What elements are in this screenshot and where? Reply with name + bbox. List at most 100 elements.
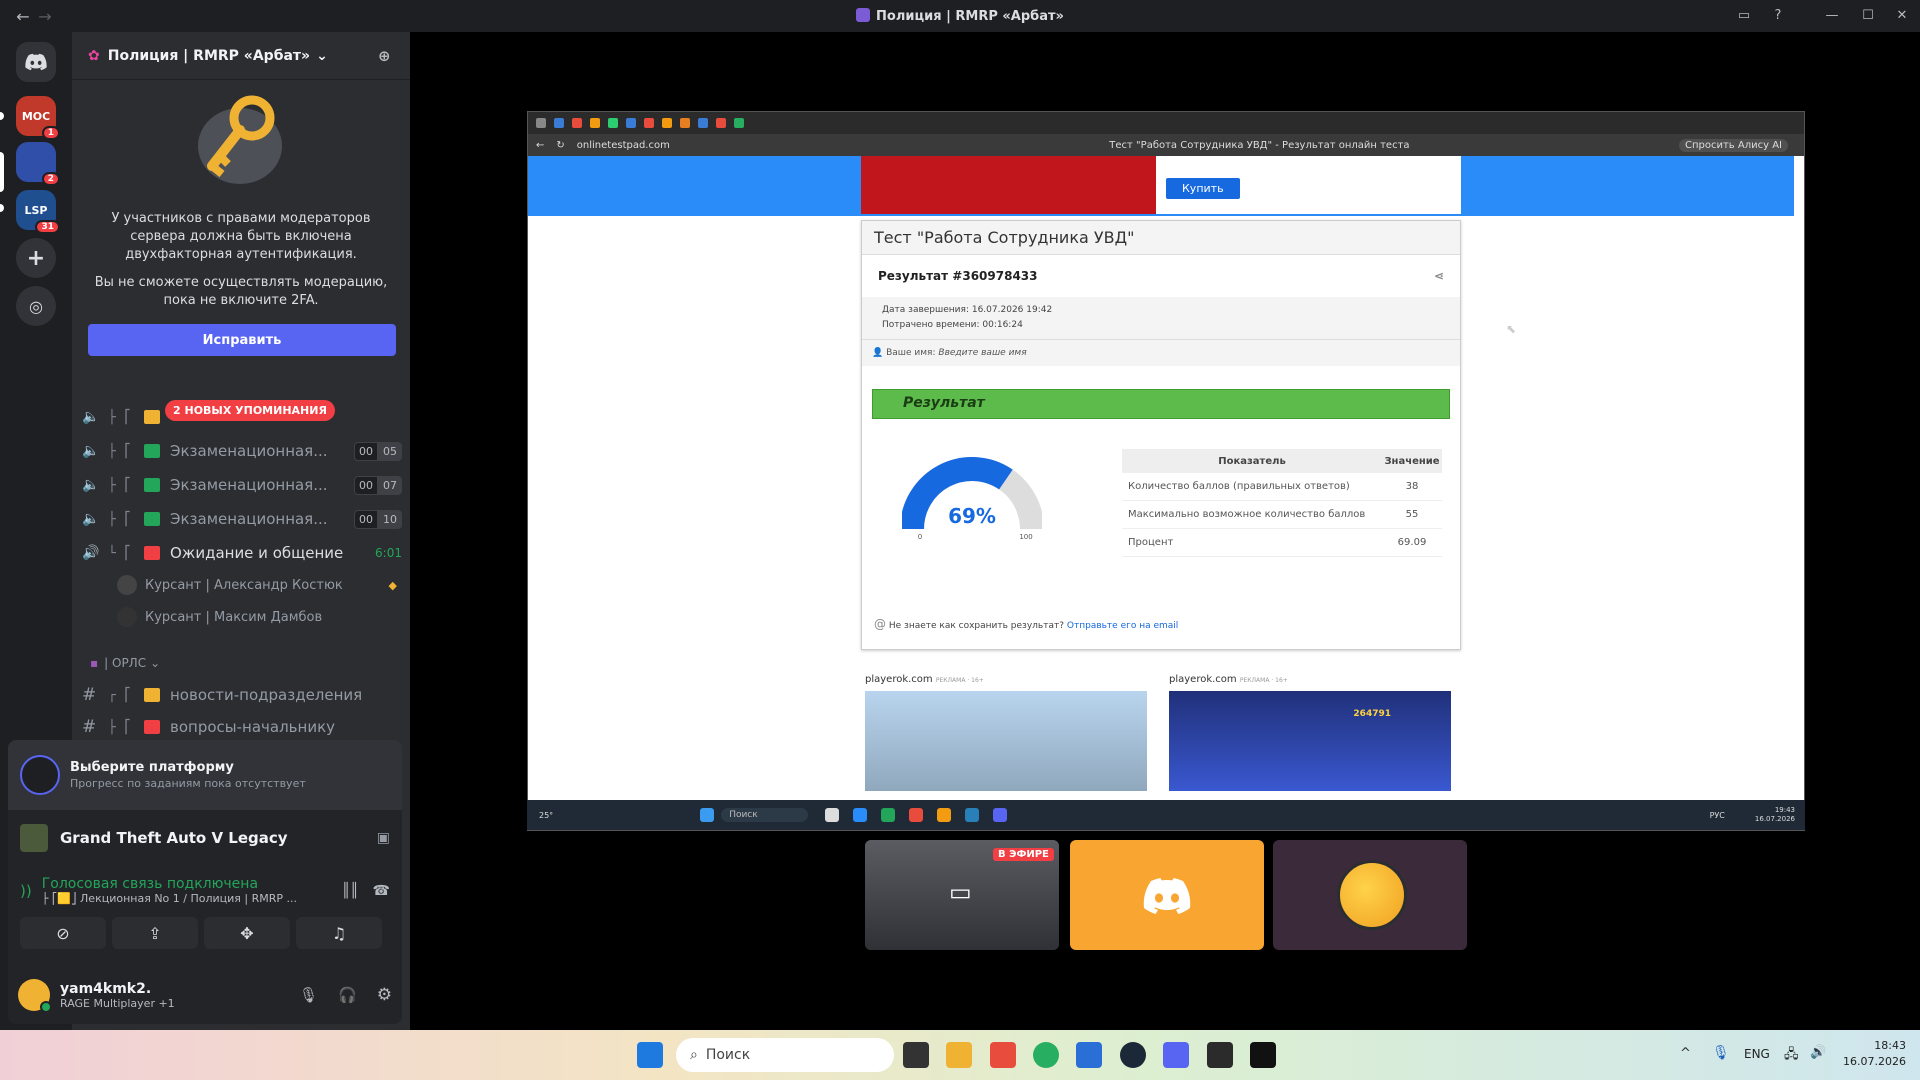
email-link[interactable]: Отправьте его на email: [1067, 621, 1178, 631]
participant-tile-stream[interactable]: В ЭФИРЕ ▭: [865, 840, 1059, 950]
add-server-icon[interactable]: +: [16, 238, 56, 278]
url-field[interactable]: onlinetestpad.com: [577, 140, 670, 151]
signal-icon: )): [20, 881, 32, 900]
inbox-icon[interactable]: ▭: [1734, 6, 1754, 26]
back-arrow-icon[interactable]: ←: [12, 7, 34, 26]
alice-button[interactable]: Спросить Алису AI: [1679, 138, 1788, 152]
channel-emoji: [144, 720, 160, 734]
close-button[interactable]: ✕: [1892, 6, 1912, 26]
server-header[interactable]: ✿ Полиция | RMRP «Арбат» ⌄ ⊕: [72, 32, 410, 80]
forward-arrow-icon[interactable]: →: [34, 7, 56, 26]
ad-card[interactable]: playerok.com РЕКЛАМА · 16+ 264791: [1165, 672, 1455, 800]
mention-badge: 2: [41, 172, 60, 186]
taskbar-search-box[interactable]: ⌕ Поиск: [676, 1038, 894, 1072]
yandex-icon[interactable]: [990, 1042, 1016, 1068]
tab-icon: [590, 118, 600, 128]
microphone-icon[interactable]: 🎙: [299, 986, 318, 1004]
minimize-button[interactable]: —: [1822, 6, 1842, 26]
app-icon[interactable]: [1207, 1042, 1233, 1068]
discord-taskbar-icon[interactable]: [1163, 1042, 1189, 1068]
person-icon: 👤: [872, 348, 884, 358]
browser-tab-strip: [528, 112, 1804, 134]
chevron-down-icon: ⌄: [150, 656, 161, 670]
network-icon[interactable]: 🖧: [1784, 1045, 1799, 1067]
tree-line: ├ ⎡: [108, 511, 132, 527]
ad-card[interactable]: playerok.com РЕКЛАМА · 16+: [861, 672, 1151, 800]
result-id-row: Результат #360978433 ⋖: [878, 269, 1444, 283]
headphones-icon[interactable]: 🎧: [338, 986, 357, 1004]
back-arrow-icon[interactable]: ←: [536, 140, 544, 151]
maximize-button[interactable]: ☐: [1858, 6, 1878, 26]
voice-member[interactable]: Курсант | Александр Костюк ◆: [117, 572, 397, 598]
discord-logo-icon: [1143, 878, 1191, 914]
windows-start-icon[interactable]: [637, 1042, 663, 1068]
selected-pill: [0, 152, 4, 192]
language-indicator[interactable]: ENG: [1744, 1047, 1770, 1061]
store-icon[interactable]: [1076, 1042, 1102, 1068]
user-limit-counter: 00 10: [354, 509, 402, 529]
text-channel-news[interactable]: # ┌ ⎡ новости-подразделения: [82, 680, 402, 710]
title-bar: ← → Полиция | RMRP «Арбат» ▭ ? — ☐ ✕: [0, 0, 1920, 32]
explorer-icon[interactable]: [946, 1042, 972, 1068]
steam-icon[interactable]: [1120, 1042, 1146, 1068]
soundboard-button[interactable]: ♫: [296, 917, 382, 949]
streamed-browser-window[interactable]: ← ↻ onlinetestpad.com Тест "Работа Сотру…: [527, 111, 1805, 831]
explore-icon[interactable]: ◎: [16, 286, 56, 326]
tab-icon: [662, 118, 672, 128]
stream-game-icon[interactable]: ▣: [377, 830, 390, 846]
server-icon-lsp[interactable]: LSP 31: [16, 190, 60, 234]
participant-tile-discord[interactable]: [1070, 840, 1264, 950]
search-icon: ⌕: [690, 1047, 698, 1063]
online-status-dot: [40, 1001, 52, 1013]
speaker-icon: 🔈: [82, 443, 100, 459]
task-view-icon[interactable]: [903, 1042, 929, 1068]
volume-icon[interactable]: 🔊: [1810, 1045, 1826, 1060]
name-row: 👤 Ваше имя: Введите ваше имя: [862, 339, 1460, 366]
voice-channel-exam-1[interactable]: 🔈 ├ ⎡ Экзаменационная... 00 05: [82, 436, 402, 466]
tab-icon: [734, 118, 744, 128]
ad-row: playerok.com РЕКЛАМА · 16+ playerok.com …: [861, 672, 1461, 800]
mod-warning-text-2: Вы не сможете осуществлять модерацию, по…: [94, 275, 388, 308]
avatar: [117, 607, 137, 627]
people-icon: ▪: [90, 656, 99, 670]
game-row[interactable]: Grand Theft Auto V Legacy ▣: [8, 810, 402, 866]
speaker-icon: 🔈: [82, 409, 100, 425]
tray-chevron-icon[interactable]: ^: [1680, 1046, 1691, 1061]
server-icon-mos[interactable]: МОС 1: [16, 96, 60, 140]
avatar[interactable]: [18, 979, 52, 1013]
category-orls[interactable]: ▪ | ОРЛС ⌄: [90, 650, 370, 676]
key-illustration: [72, 80, 410, 210]
server-icon-police[interactable]: 2: [16, 142, 60, 186]
app-icon: [852, 808, 867, 822]
mod-warning-text: У участников с правами модераторов серве…: [111, 211, 371, 262]
voice-channel-exam-3[interactable]: 🔈 ├ ⎡ Экзаменационная... 00 10: [82, 504, 402, 534]
invite-icon[interactable]: ⊕: [378, 47, 391, 65]
top-ad-banner[interactable]: Купить: [861, 156, 1461, 214]
activities-button[interactable]: ✥: [204, 917, 290, 949]
disconnect-icon[interactable]: ☎: [373, 883, 390, 899]
share-icon[interactable]: ⋖: [1434, 269, 1444, 283]
activity-card[interactable]: Выберите платформу Прогресс по заданиям …: [8, 740, 402, 810]
tab-icon: [554, 118, 564, 128]
voice-channel-waiting[interactable]: 🔊 └ ⎡ Ожидание и общение 6:01: [82, 538, 402, 568]
voice-member[interactable]: Курсант | Максим Дамбов: [117, 604, 397, 630]
fix-button[interactable]: Исправить: [88, 324, 396, 356]
noise-suppression-icon[interactable]: ║║: [342, 883, 359, 899]
mic-tray-icon[interactable]: 🎙: [1712, 1045, 1730, 1061]
buy-button[interactable]: Купить: [1166, 178, 1240, 199]
server-icon: [856, 8, 871, 22]
reload-icon[interactable]: ↻: [556, 140, 564, 151]
screen-share-button[interactable]: ⇪: [112, 917, 198, 949]
text-channel-questions[interactable]: # ├ ⎡ вопросы-начальнику: [82, 712, 402, 742]
participant-tile-avatar[interactable]: [1273, 840, 1467, 950]
settings-gear-icon[interactable]: ⚙: [377, 985, 392, 1005]
rage-icon[interactable]: [1250, 1042, 1276, 1068]
at-icon: @: [874, 617, 886, 631]
discord-home-icon[interactable]: [16, 42, 56, 82]
help-icon[interactable]: ?: [1768, 6, 1788, 26]
chrome-icon[interactable]: [1033, 1042, 1059, 1068]
new-mentions-badge[interactable]: 2 НОВЫХ УПОМИНАНИЯ: [165, 400, 335, 421]
taskbar-clock[interactable]: 18:43 16.07.2026: [1838, 1038, 1906, 1070]
voice-channel-exam-2[interactable]: 🔈 ├ ⎡ Экзаменационная... 00 07: [82, 470, 402, 500]
camera-off-button[interactable]: ⊘: [20, 917, 106, 949]
